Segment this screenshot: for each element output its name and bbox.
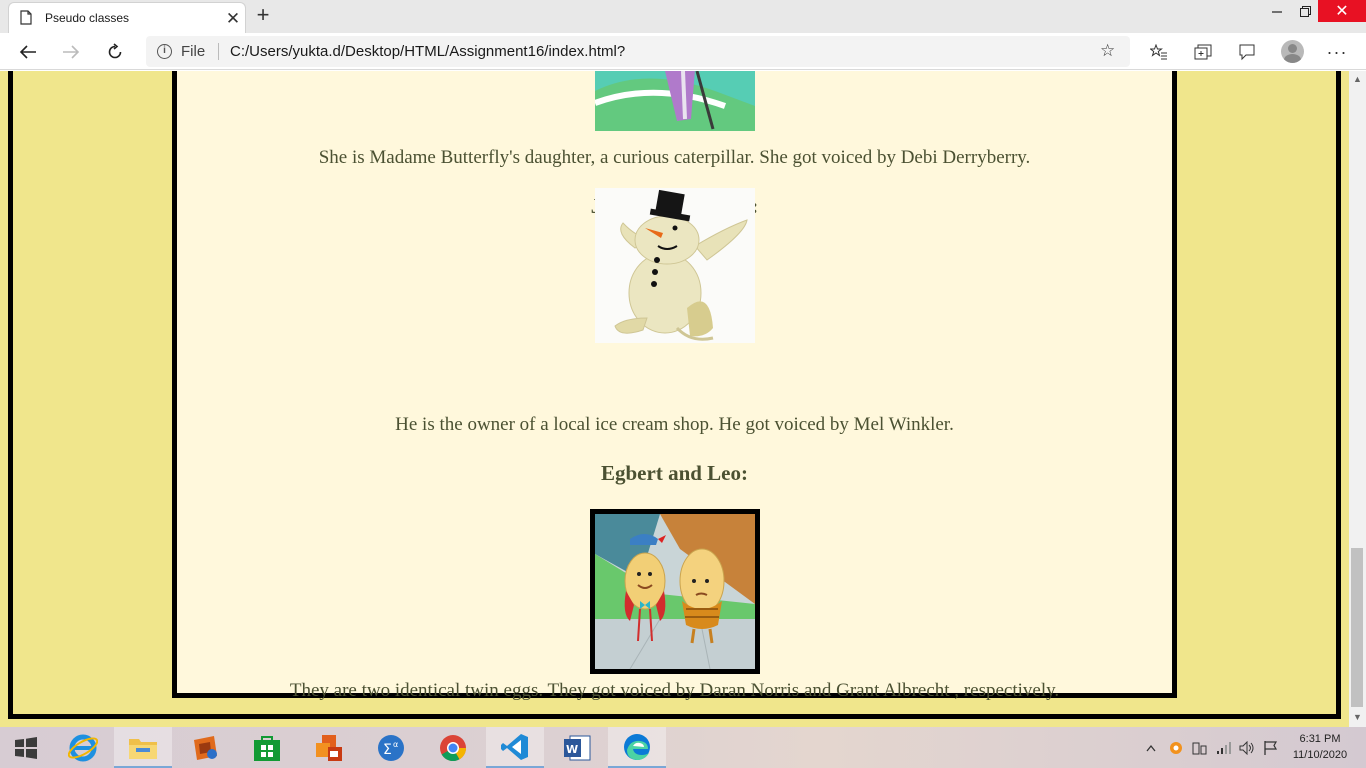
chrome-icon bbox=[440, 734, 467, 761]
eggs-heading: Egbert and Leo: bbox=[601, 461, 748, 485]
tab-title: Pseudo classes bbox=[45, 11, 130, 25]
tray-app-icon[interactable] bbox=[1169, 727, 1183, 768]
chevron-up-icon bbox=[1146, 744, 1156, 751]
tray-device-icon[interactable] bbox=[1192, 727, 1208, 768]
store-icon bbox=[254, 735, 280, 761]
info-icon[interactable]: i bbox=[157, 44, 172, 59]
url-text[interactable]: C:/Users/yukta.d/Desktop/HTML/Assignment… bbox=[230, 43, 625, 60]
taskbar-chrome[interactable] bbox=[424, 727, 482, 768]
refresh-icon bbox=[108, 43, 122, 59]
minimize-icon bbox=[1272, 11, 1282, 13]
refresh-button[interactable] bbox=[101, 39, 129, 65]
math-input-icon: Σ α bbox=[378, 734, 404, 761]
taskbar-store[interactable] bbox=[238, 727, 296, 768]
taskbar-vscode[interactable] bbox=[486, 727, 544, 768]
forward-button[interactable] bbox=[57, 39, 85, 65]
windows-logo-icon bbox=[15, 736, 37, 759]
caterpillar-description: She is Madame Butterfly's daughter, a cu… bbox=[318, 147, 1031, 168]
close-tab-icon[interactable]: ✕ bbox=[224, 9, 242, 27]
flag-icon bbox=[1264, 740, 1278, 755]
eggs-image bbox=[590, 509, 760, 674]
snowman-image bbox=[595, 188, 755, 343]
folder-icon bbox=[129, 738, 157, 759]
taskbar-math-input[interactable]: Σ α bbox=[362, 727, 420, 768]
taskbar-media-player[interactable] bbox=[176, 727, 234, 768]
vscode-icon bbox=[501, 733, 528, 760]
close-icon: ✕ bbox=[1335, 3, 1349, 20]
forward-arrow-icon bbox=[63, 45, 80, 59]
taskbar-word[interactable]: W bbox=[548, 727, 606, 768]
favorites-list-icon[interactable] bbox=[1148, 41, 1170, 63]
page-icon bbox=[20, 10, 32, 25]
tray-action-center[interactable] bbox=[1263, 727, 1279, 768]
back-arrow-icon bbox=[19, 45, 36, 59]
media-player-icon bbox=[194, 735, 217, 760]
svg-text:α: α bbox=[393, 740, 398, 749]
internet-explorer-icon bbox=[68, 734, 98, 761]
scroll-up-arrow-icon[interactable]: ▲ bbox=[1353, 74, 1362, 84]
more-options-icon[interactable]: ··· bbox=[1326, 41, 1348, 63]
browser-tab[interactable]: Pseudo classes ✕ bbox=[8, 2, 246, 33]
new-tab-button[interactable]: + bbox=[252, 4, 274, 26]
tray-network[interactable] bbox=[1216, 727, 1232, 768]
taskbar-clock[interactable]: 6:31 PM 11/10/2020 bbox=[1290, 731, 1350, 763]
orange-circle-icon bbox=[1170, 741, 1182, 754]
page-viewport: She is Madame Butterfly's daughter, a cu… bbox=[0, 71, 1349, 727]
show-hidden-icons[interactable] bbox=[1146, 727, 1156, 768]
scrollbar-thumb[interactable] bbox=[1351, 548, 1363, 707]
taskbar-file-explorer[interactable] bbox=[114, 727, 172, 768]
scroll-down-arrow-icon[interactable]: ▼ bbox=[1353, 712, 1362, 722]
feedback-icon[interactable] bbox=[1236, 41, 1258, 63]
file-scheme-label: File bbox=[181, 43, 206, 60]
profile-avatar[interactable] bbox=[1281, 40, 1304, 63]
word-icon: W bbox=[564, 735, 591, 760]
restore-icon bbox=[1299, 5, 1311, 17]
vertical-scrollbar[interactable]: ▲ ▼ bbox=[1349, 71, 1366, 727]
office-icon bbox=[316, 734, 342, 761]
edge-icon bbox=[624, 733, 650, 760]
eggs-description: They are two identical twin eggs. They g… bbox=[289, 680, 1060, 701]
browser-toolbar: i File C:/Users/yukta.d/Desktop/HTML/Ass… bbox=[0, 33, 1366, 70]
tray-volume[interactable] bbox=[1239, 727, 1255, 768]
collections-icon[interactable] bbox=[1192, 41, 1214, 63]
device-icon bbox=[1192, 742, 1207, 754]
snowman-description: He is the owner of a local ice cream sho… bbox=[395, 414, 954, 435]
taskbar-internet-explorer[interactable] bbox=[54, 727, 112, 768]
clock-time: 6:31 PM bbox=[1299, 733, 1341, 745]
back-button[interactable] bbox=[14, 39, 42, 65]
network-signal-icon bbox=[1217, 741, 1231, 754]
content-container: She is Madame Butterfly's daughter, a cu… bbox=[172, 71, 1177, 701]
taskbar-edge[interactable] bbox=[608, 727, 666, 768]
start-button[interactable] bbox=[0, 727, 52, 768]
svg-text:W: W bbox=[566, 743, 578, 756]
speaker-icon bbox=[1239, 740, 1254, 755]
close-window-button[interactable]: ✕ bbox=[1318, 0, 1366, 22]
address-bar[interactable]: i File C:/Users/yukta.d/Desktop/HTML/Ass… bbox=[146, 36, 1130, 67]
address-separator bbox=[218, 43, 219, 60]
browser-titlebar: Pseudo classes ✕ + ✕ bbox=[0, 0, 1366, 33]
favorite-star-icon[interactable]: ☆ bbox=[1100, 41, 1115, 61]
windows-taskbar: Σ α W 6:31 PM 11/10/2020 bbox=[0, 727, 1366, 768]
svg-text:Σ: Σ bbox=[383, 742, 392, 758]
taskbar-office[interactable] bbox=[300, 727, 358, 768]
caterpillar-image bbox=[595, 71, 755, 131]
clock-date: 11/10/2020 bbox=[1292, 749, 1348, 761]
